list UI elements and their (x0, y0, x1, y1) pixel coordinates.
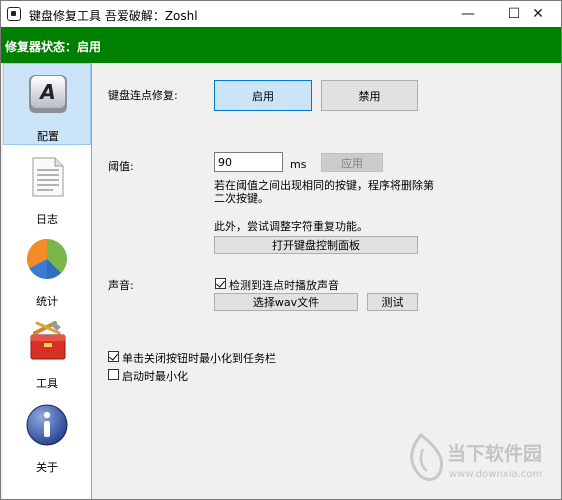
sidebar: A 配置 日志 统计 工具 关于 (3, 63, 92, 499)
keyboard-key-icon: A (29, 75, 67, 113)
app-window: 键盘修复工具 吾爱破解：Zoshl — ☐ ✕ 修复器状态：启用 A 配置 日志… (0, 0, 562, 500)
document-icon (32, 157, 64, 197)
sound-checkbox-label: 检测到连点时播放声音 (229, 279, 339, 292)
sidebar-item-stats[interactable]: 统计 (3, 229, 91, 311)
threshold-description: 若在阈值之间出现相同的按键，程序将删除第 二次按键。 (214, 179, 434, 205)
test-sound-button[interactable]: 测试 (367, 293, 418, 311)
minimize-on-close-checkbox[interactable] (108, 351, 119, 362)
threshold-label: 阈值: (108, 160, 134, 173)
threshold-desc-line1: 若在阈值之间出现相同的按键，程序将删除第 (214, 179, 434, 192)
pie-chart-icon (27, 239, 67, 279)
threshold-desc-line2: 二次按键。 (214, 192, 269, 205)
watermark-brand: 当下软件园 (447, 443, 543, 465)
window-title: 键盘修复工具 吾爱破解：Zoshl (29, 9, 198, 23)
watermark: 当下软件园 www.downxia.com (405, 429, 555, 489)
choose-wav-button[interactable]: 选择wav文件 (214, 293, 358, 311)
sound-checkbox[interactable] (215, 278, 226, 289)
sound-label: 声音: (108, 279, 134, 292)
sidebar-item-label: 日志 (36, 213, 58, 226)
title-bar: 键盘修复工具 吾爱破解：Zoshl — ☐ ✕ (1, 1, 561, 27)
sidebar-item-log[interactable]: 日志 (3, 147, 91, 229)
sidebar-item-tools[interactable]: 工具 (3, 311, 91, 393)
threshold-input[interactable] (214, 152, 283, 172)
minimize-button[interactable]: — (445, 1, 491, 27)
watermark-url: www.downxia.com (449, 469, 543, 480)
app-icon (7, 7, 21, 21)
repeat-note: 此外，尝试调整字符重复功能。 (214, 220, 368, 233)
sidebar-item-label: 配置 (37, 130, 59, 143)
start-minimized-label: 启动时最小化 (122, 370, 188, 383)
minimize-on-close-label: 单击关闭按钮时最小化到任务栏 (122, 352, 276, 365)
apply-button[interactable]: 应用 (321, 153, 383, 172)
toolbox-icon (30, 321, 66, 360)
sidebar-item-label: 统计 (36, 295, 58, 308)
close-button[interactable]: ✕ (515, 1, 561, 27)
svg-text:A: A (38, 80, 55, 104)
start-minimized-checkbox[interactable] (108, 369, 119, 380)
disable-button[interactable]: 禁用 (321, 80, 418, 111)
chatter-fix-label: 键盘连点修复: (108, 89, 178, 102)
sidebar-item-about[interactable]: 关于 (3, 395, 91, 477)
threshold-unit: ms (290, 158, 307, 171)
info-icon (26, 404, 68, 446)
open-keyboard-panel-button[interactable]: 打开键盘控制面板 (214, 236, 418, 254)
status-banner: 修复器状态：启用 (1, 27, 561, 63)
sidebar-item-label: 工具 (36, 377, 58, 390)
sidebar-item-label: 关于 (36, 461, 58, 474)
enable-button[interactable]: 启用 (214, 80, 312, 111)
status-text: 修复器状态：启用 (5, 40, 102, 54)
sidebar-item-config[interactable]: A 配置 (3, 63, 91, 145)
